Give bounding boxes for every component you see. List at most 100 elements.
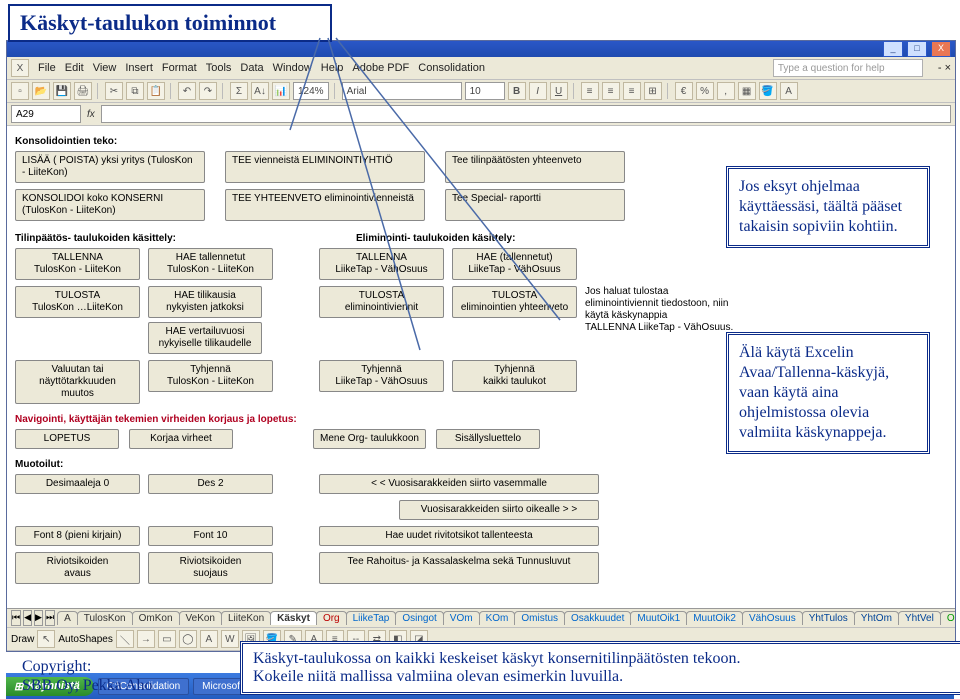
chart-icon[interactable]: 📊: [272, 82, 290, 100]
btn-tallenna-tk[interactable]: TALLENNA TulosKon - LiiteKon: [15, 248, 140, 280]
undo-icon[interactable]: ↶: [178, 82, 196, 100]
btn-tee-yhteenveto-tp[interactable]: Tee tilinpäätösten yhteenveto: [445, 151, 625, 183]
tab-liiketap[interactable]: LiikeTap: [346, 611, 397, 625]
tab-org[interactable]: Org: [316, 611, 347, 625]
btn-des2[interactable]: Des 2: [148, 474, 273, 494]
tab-yhtom[interactable]: YhtOm: [854, 611, 899, 625]
btn-valuutta-muutos[interactable]: Valuutan tai näyttötarkkuuden muutos: [15, 360, 140, 404]
btn-lisaa-poista[interactable]: LISÄÄ ( POISTA) yksi yritys (TulosKon - …: [15, 151, 205, 183]
btn-tee-eliminointiyhtio[interactable]: TEE vienneistä ELIMINOINTIYHTIÖ: [225, 151, 425, 183]
tab-last-icon[interactable]: ⏭: [45, 610, 55, 626]
oval-icon[interactable]: ◯: [179, 630, 197, 648]
btn-font10[interactable]: Font 10: [148, 526, 273, 546]
tab-first-icon[interactable]: ⏮: [11, 610, 21, 626]
menu-tools[interactable]: Tools: [206, 62, 232, 74]
btn-tyhjenna-lt[interactable]: Tyhjennä LiikeTap - VähOsuus: [319, 360, 444, 392]
btn-tyhjenna-tk[interactable]: Tyhjennä TulosKon - LiiteKon: [148, 360, 273, 392]
help-search-box[interactable]: Type a question for help: [773, 59, 923, 77]
tab-a[interactable]: A: [57, 611, 78, 625]
menu-window[interactable]: Window: [273, 62, 312, 74]
btn-tyhjenna-kaikki[interactable]: Tyhjennä kaikki taulukot: [452, 360, 577, 392]
minimize-button[interactable]: _: [883, 41, 903, 57]
autoshapes-menu[interactable]: AutoShapes: [58, 634, 113, 645]
btn-font8[interactable]: Font 8 (pieni kirjain): [15, 526, 140, 546]
btn-tulosta-elimyhteenveto[interactable]: TULOSTA eliminointien yhteenveto: [452, 286, 577, 318]
paste-icon[interactable]: 📋: [147, 82, 165, 100]
btn-mene-org[interactable]: Mene Org- taulukkoon: [313, 429, 426, 449]
print-icon[interactable]: 🖨: [74, 82, 92, 100]
draw-menu[interactable]: Draw: [11, 634, 34, 645]
btn-tulosta-tk[interactable]: TULOSTA TulosKon …LiiteKon: [15, 286, 140, 318]
tab-muutoik1[interactable]: MuutOik1: [630, 611, 687, 625]
tab-next-icon[interactable]: ▶: [34, 610, 43, 626]
btn-special-raportti[interactable]: Tee Special- raportti: [445, 189, 625, 221]
tab-kom[interactable]: KOm: [479, 611, 516, 625]
font-combo[interactable]: Arial: [342, 82, 462, 100]
tab-tuloskon[interactable]: TulosKon: [77, 611, 133, 625]
tab-osingot[interactable]: Osingot: [395, 611, 443, 625]
tab-vekon[interactable]: VeKon: [179, 611, 222, 625]
tab-vom[interactable]: VOm: [443, 611, 480, 625]
btn-hae-tallennetut-lt[interactable]: HAE (tallennetut) LiikeTap - VähOsuus: [452, 248, 577, 280]
btn-konsolidoi[interactable]: KONSOLIDOI koko KONSERNI (TulosKon - Lii…: [15, 189, 205, 221]
tab-yhtvel[interactable]: YhtVel: [898, 611, 941, 625]
tab-kaskyt[interactable]: Käskyt: [270, 611, 317, 625]
btn-rahoitus-kassa[interactable]: Tee Rahoitus- ja Kassalaskelma sekä Tunn…: [319, 552, 599, 584]
currency-icon[interactable]: €: [675, 82, 693, 100]
menu-edit[interactable]: Edit: [65, 62, 84, 74]
select-icon[interactable]: ↖: [37, 630, 55, 648]
cut-icon[interactable]: ✂: [105, 82, 123, 100]
comma-icon[interactable]: ,: [717, 82, 735, 100]
bold-icon[interactable]: B: [508, 82, 526, 100]
btn-tee-yhteenveto-elim[interactable]: TEE YHTEENVETO eliminointivienneistä: [225, 189, 425, 221]
sort-asc-icon[interactable]: A↓: [251, 82, 269, 100]
tab-osakkuudet[interactable]: Osakkuudet: [564, 611, 631, 625]
arrow-icon[interactable]: →: [137, 630, 155, 648]
btn-riviots-avaus[interactable]: Riviotsikoiden avaus: [15, 552, 140, 584]
borders-icon[interactable]: ▦: [738, 82, 756, 100]
btn-tallenna-lt[interactable]: TALLENNA LiikeTap - VähOsuus: [319, 248, 444, 280]
close-button[interactable]: X: [931, 41, 951, 57]
btn-hae-tilikausia[interactable]: HAE tilikausia nykyisten jatkoksi: [148, 286, 262, 318]
sum-icon[interactable]: Σ: [230, 82, 248, 100]
copy-icon[interactable]: ⧉: [126, 82, 144, 100]
btn-des0[interactable]: Desimaaleja 0: [15, 474, 140, 494]
fill-color-icon[interactable]: 🪣: [759, 82, 777, 100]
fx-icon[interactable]: fx: [87, 109, 95, 120]
open-icon[interactable]: 📂: [32, 82, 50, 100]
formula-input[interactable]: [101, 105, 951, 123]
menu-data[interactable]: Data: [240, 62, 263, 74]
menu-file[interactable]: File: [38, 62, 56, 74]
maximize-button[interactable]: □: [907, 41, 927, 57]
tab-ohjeet[interactable]: Ohjeet: [940, 611, 956, 625]
btn-riviots-suojaus[interactable]: Riviotsikoiden suojaus: [148, 552, 273, 584]
btn-lopetus[interactable]: LOPETUS: [15, 429, 119, 449]
tab-omistus[interactable]: Omistus: [514, 611, 565, 625]
menu-consolidation[interactable]: Consolidation: [418, 62, 485, 74]
btn-hae-rivitotsikot[interactable]: Hae uudet rivitotsikot tallenteesta: [319, 526, 599, 546]
align-center-icon[interactable]: ≡: [602, 82, 620, 100]
underline-icon[interactable]: U: [550, 82, 568, 100]
btn-hae-tallennetut-tk[interactable]: HAE tallennetut TulosKon - LiiteKon: [148, 248, 273, 280]
rect-icon[interactable]: ▭: [158, 630, 176, 648]
line-icon[interactable]: ＼: [116, 630, 134, 648]
align-right-icon[interactable]: ≡: [623, 82, 641, 100]
merge-icon[interactable]: ⊞: [644, 82, 662, 100]
btn-hae-vertailuvuosi[interactable]: HAE vertailuvuosi nykyiselle tilikaudell…: [148, 322, 262, 354]
tab-prev-icon[interactable]: ◀: [23, 610, 32, 626]
percent-icon[interactable]: %: [696, 82, 714, 100]
menu-format[interactable]: Format: [162, 62, 197, 74]
zoom-combo[interactable]: 124%: [293, 82, 329, 100]
tab-yhttulos[interactable]: YhtTulos: [802, 611, 855, 625]
align-left-icon[interactable]: ≡: [581, 82, 599, 100]
tab-omkon[interactable]: OmKon: [132, 611, 180, 625]
new-icon[interactable]: ▫: [11, 82, 29, 100]
textbox-icon[interactable]: A: [200, 630, 218, 648]
tab-vahosuus[interactable]: VähOsuus: [742, 611, 803, 625]
fontsize-combo[interactable]: 10: [465, 82, 505, 100]
menu-view[interactable]: View: [93, 62, 117, 74]
menu-help[interactable]: Help: [321, 62, 344, 74]
tab-muutoik2[interactable]: MuutOik2: [686, 611, 743, 625]
redo-icon[interactable]: ↷: [199, 82, 217, 100]
btn-korjaa-virheet[interactable]: Korjaa virheet: [129, 429, 233, 449]
